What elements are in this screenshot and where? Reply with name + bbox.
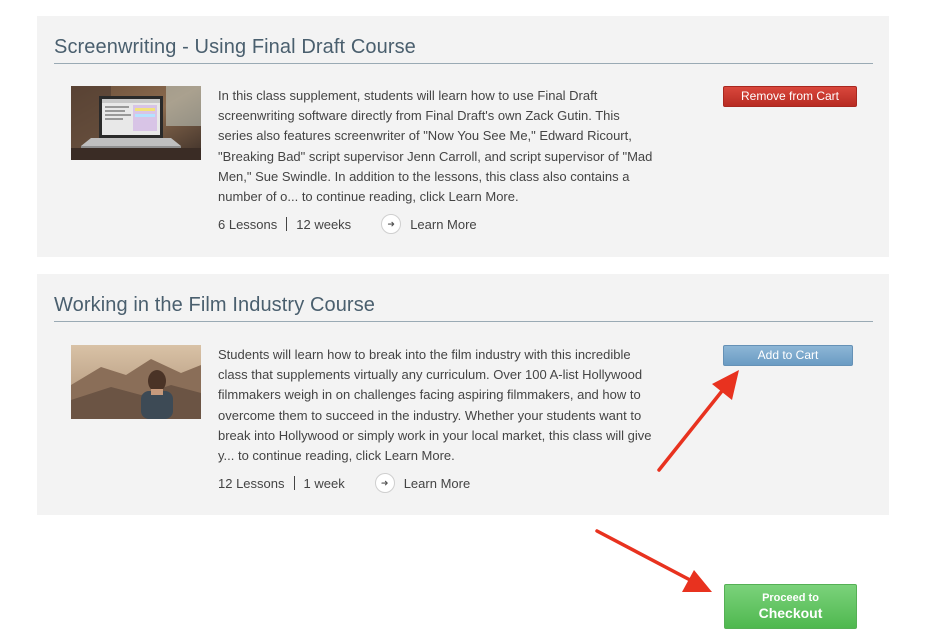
checkout-line1: Proceed to — [762, 591, 819, 604]
course-title: Working in the Film Industry Course — [54, 294, 376, 316]
red-arrow-to-checkout — [595, 529, 712, 592]
remove-from-cart-button[interactable]: Remove from Cart — [723, 86, 857, 107]
meta-separator — [286, 217, 288, 231]
course-description: Students will learn how to break into th… — [218, 347, 652, 464]
lessons-count: 12 Lessons — [218, 475, 285, 491]
course-thumbnail-laptop — [71, 86, 201, 160]
learn-more-label: Learn More — [410, 216, 477, 232]
course-duration: 12 weeks — [296, 216, 352, 232]
course-meta: 12 Lessons 1 week ➜ Learn More — [218, 472, 470, 494]
arrow-right-circle-icon: ➜ — [381, 214, 402, 234]
laptop-image — [71, 86, 201, 160]
arrow-right-circle-icon: ➜ — [374, 473, 395, 493]
learn-more-link[interactable]: ➜ Learn More — [374, 473, 471, 493]
add-to-cart-button[interactable]: Add to Cart — [723, 345, 853, 366]
course-card-screenwriting: Screenwriting - Using Final Draft Course — [37, 16, 889, 257]
course-title: Screenwriting - Using Final Draft Course — [54, 36, 416, 58]
checkout-line2: Checkout — [758, 604, 823, 621]
course-meta: 6 Lessons 12 weeks ➜ Learn More — [218, 213, 477, 235]
course-card-film-industry: Working in the Film Industry Course Stud… — [37, 274, 889, 515]
title-divider — [54, 321, 873, 322]
learn-more-link[interactable]: ➜ Learn More — [381, 214, 477, 234]
proceed-to-checkout-button[interactable]: Proceed to Checkout — [724, 584, 857, 629]
meta-separator — [293, 476, 295, 490]
course-description: In this class supplement, students will … — [218, 88, 653, 205]
course-thumbnail-hollywood — [71, 345, 201, 419]
course-duration: 1 week — [303, 475, 345, 491]
title-divider — [54, 63, 873, 64]
learn-more-label: Learn More — [403, 475, 471, 491]
lessons-count: 6 Lessons — [218, 216, 278, 232]
hollywood-hills-image — [71, 345, 201, 419]
